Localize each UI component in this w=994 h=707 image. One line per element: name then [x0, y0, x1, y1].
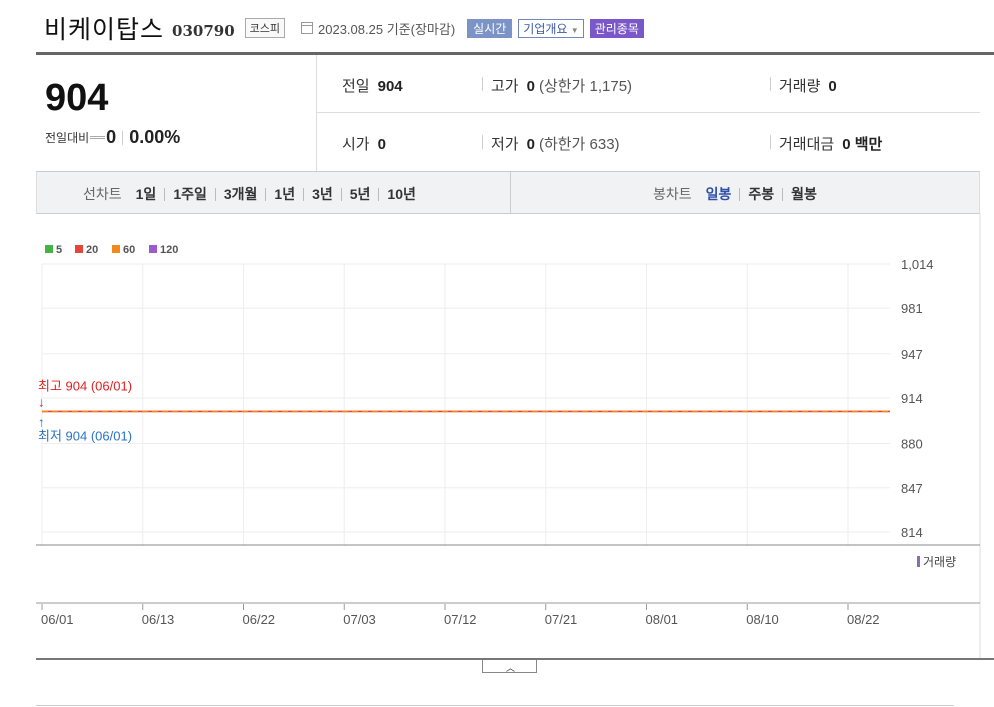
legend-label-5: 5 [56, 244, 62, 256]
candle-tab-1[interactable]: 주봉 [748, 184, 774, 204]
candle-tab-2[interactable]: 월봉 [791, 184, 817, 204]
x-tick-label: 07/03 [343, 612, 376, 627]
legend-swatch-20 [75, 245, 83, 253]
period-selector: 선차트 1일 1주일 3개월 1년 3년 5년 10년 봉차트 일봉 주봉 월봉 [36, 172, 980, 214]
flat-icon [90, 136, 106, 139]
y-tick-label: 1,014 [901, 257, 934, 272]
chevron-down-icon: ▼ [570, 25, 579, 35]
period-tab-0[interactable]: 1일 [136, 184, 157, 204]
line-chart-label: 선차트 [83, 186, 122, 202]
candle-chart-label: 봉차트 [653, 186, 692, 202]
x-tick-label: 07/12 [444, 612, 477, 627]
divider [770, 77, 771, 91]
y-tick-label: 847 [901, 481, 923, 496]
down-arrow-icon: ↓ [38, 394, 45, 409]
divider [122, 130, 124, 145]
period-tab-6[interactable]: 10년 [387, 184, 415, 204]
legend-label-20: 20 [86, 244, 98, 256]
x-tick-label: 08/10 [746, 612, 779, 627]
divider [340, 187, 342, 201]
divider [482, 77, 483, 91]
x-tick-label: 06/01 [41, 612, 74, 627]
market-badge: 코스피 [244, 18, 286, 38]
period-tab-2[interactable]: 3개월 [224, 184, 258, 204]
line-chart-periods: 선차트 1일 1주일 3개월 1년 3년 5년 10년 [83, 184, 416, 204]
stock-code: 030790 [172, 22, 235, 40]
y-tick-label: 947 [901, 347, 923, 362]
trade-amount: 거래대금 0 백만 [779, 136, 883, 153]
x-tick-label: 07/21 [545, 612, 578, 627]
price-summary: 904 전일대비 0 0.00% 전일 904 고가 0 (상한가 1,175) 거래… [36, 55, 980, 172]
price-chart: 5 20 60 120 06/01 06/13 06/22 07/03 07/12 07/21 08… [36, 214, 981, 658]
change-row: 전일대비 0 0.00% [45, 127, 180, 148]
change-percent: 0.00% [129, 127, 181, 147]
summary-row-1: 전일 904 고가 0 (상한가 1,175) 거래량 0 [317, 55, 980, 113]
prev-close: 전일 904 [342, 78, 403, 95]
volume-legend-marker [917, 556, 920, 567]
divider [739, 187, 741, 201]
divider [510, 172, 511, 214]
realtime-button[interactable]: 실시간 [467, 18, 513, 38]
candle-chart-periods: 봉차트 일봉 주봉 월봉 [653, 184, 817, 204]
divider [164, 187, 166, 201]
divider [265, 187, 267, 201]
y-tick-label: 814 [901, 525, 923, 540]
current-price-box: 904 전일대비 0 0.00% [36, 55, 317, 171]
legend-swatch-5 [45, 245, 53, 253]
low-annotation: 최저 904 (06/01) [38, 428, 132, 443]
change-value: 0 [106, 127, 117, 147]
company-name: 비케이탑스 [44, 16, 165, 44]
chevron-up-icon: ︿ [506, 663, 516, 673]
company-info-label: 기업개요 [523, 21, 568, 36]
y-tick-label: 914 [901, 391, 923, 406]
collapse-chart-button[interactable]: ︿ [482, 660, 537, 673]
period-tab-1[interactable]: 1주일 [173, 184, 207, 204]
low-price: 저가 0 (하한가 633) [491, 136, 620, 153]
current-price: 904 [45, 77, 109, 119]
volume: 거래량 0 [779, 78, 837, 95]
x-tick-label: 08/01 [646, 612, 679, 627]
summary-row-2: 시가 0 저가 0 (하한가 633) 거래대금 0 백만 [317, 113, 980, 171]
chart-area [36, 214, 980, 658]
period-tab-3[interactable]: 1년 [274, 184, 295, 204]
managed-stock-badge[interactable]: 관리종목 [589, 18, 644, 38]
stock-header: 비케이탑스 030790 코스피 2023.08.25 기준(장마감) 실시간 … [44, 10, 644, 46]
x-tick-label: 06/22 [243, 612, 276, 627]
legend-label-120: 120 [160, 244, 178, 256]
x-tick-label: 06/13 [142, 612, 175, 627]
open-price: 시가 0 [342, 136, 386, 153]
high-annotation: 최고 904 (06/01) [38, 378, 132, 393]
divider [770, 135, 771, 149]
high-price: 고가 0 (상한가 1,175) [491, 78, 633, 95]
y-tick-label: 981 [901, 301, 923, 316]
divider [303, 187, 305, 201]
change-label: 전일대비 [45, 131, 90, 145]
divider [782, 187, 784, 201]
up-arrow-icon: ↑ [38, 414, 45, 429]
volume-label: 거래량 [923, 555, 956, 569]
legend-swatch-60 [112, 245, 120, 253]
period-tab-4[interactable]: 3년 [312, 184, 333, 204]
calendar-icon [301, 22, 314, 34]
divider [214, 187, 216, 201]
company-info-button[interactable]: 기업개요 ▼ [518, 18, 584, 38]
as-of-date: 2023.08.25 기준(장마감) [318, 21, 456, 37]
y-tick-label: 880 [901, 437, 923, 452]
candle-tab-0[interactable]: 일봉 [706, 184, 732, 204]
x-tick-label: 08/22 [847, 612, 880, 627]
period-tab-5[interactable]: 5년 [350, 184, 371, 204]
legend-swatch-120 [149, 245, 157, 253]
divider [482, 135, 483, 149]
page-divider [36, 705, 954, 706]
divider [378, 187, 380, 201]
legend-label-60: 60 [123, 244, 135, 256]
